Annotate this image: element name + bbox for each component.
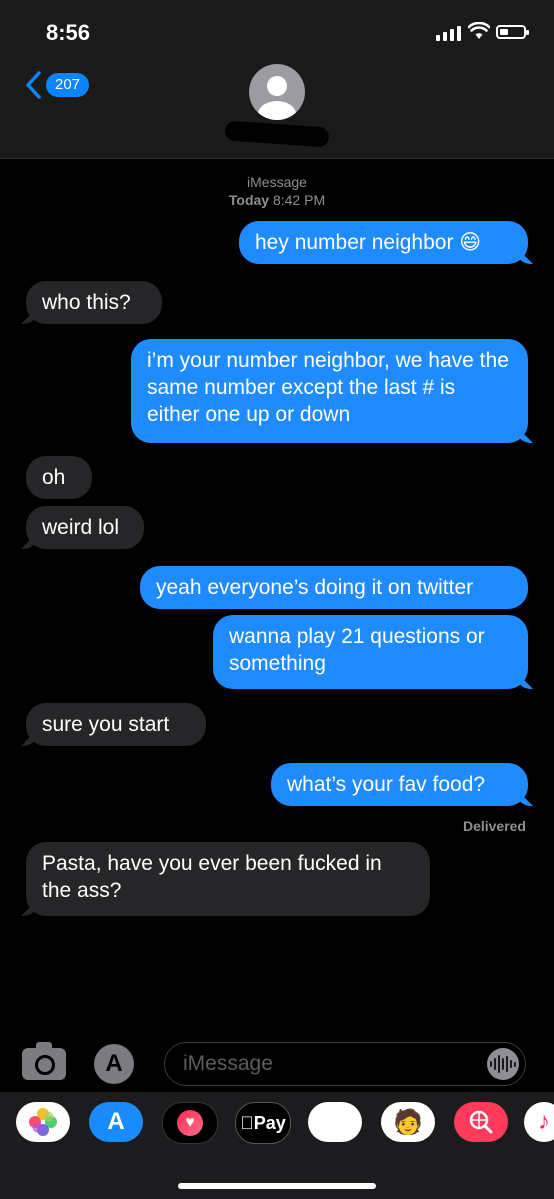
camera-icon[interactable] <box>22 1042 66 1080</box>
outgoing-message[interactable]: i’m your number neighbor, we have the sa… <box>131 339 528 443</box>
digital-touch-icon[interactable]: ♥ <box>162 1102 218 1144</box>
outgoing-message[interactable]: wanna play 21 questions or something <box>213 615 528 689</box>
battery-icon <box>496 25 529 39</box>
incoming-message[interactable]: oh <box>26 456 92 499</box>
home-indicator[interactable] <box>178 1183 376 1189</box>
monkey-animoji-icon[interactable]: 🐵 <box>308 1102 362 1142</box>
outgoing-message[interactable]: yeah everyone’s doing it on twitter <box>140 566 528 609</box>
delivered-status: Delivered <box>462 818 526 834</box>
message-input-placeholder: iMessage <box>183 1052 273 1075</box>
music-icon[interactable]: ♪ <box>524 1102 554 1142</box>
message-input[interactable]: iMessage <box>164 1042 526 1086</box>
apple-pay-label: Pay <box>240 1112 286 1133</box>
status-time: 8:56 <box>46 20 91 45</box>
chevron-left-icon <box>26 71 41 99</box>
contact-avatar[interactable] <box>249 64 305 120</box>
incoming-message[interactable]: weird lol <box>26 506 144 549</box>
thread-timestamp: Today 8:42 PM <box>0 192 554 208</box>
person-icon <box>258 76 296 120</box>
memoji-icon[interactable]: 🧑 <box>381 1102 435 1142</box>
audio-message-icon[interactable] <box>487 1048 519 1080</box>
photos-icon[interactable] <box>16 1102 70 1142</box>
incoming-message[interactable]: Pasta, have you ever been fucked in the … <box>26 842 430 916</box>
app-store-icon[interactable]: A <box>89 1102 143 1142</box>
wifi-icon <box>468 22 490 39</box>
incoming-message[interactable]: sure you start <box>26 703 206 746</box>
globe-search-glyph <box>469 1110 493 1134</box>
timestamp-day: Today <box>228 192 270 208</box>
conversation-header: 207 <box>0 62 554 159</box>
message-composer: A iMessage <box>0 1038 554 1090</box>
status-bar: 8:56 <box>0 0 554 62</box>
back-button[interactable]: 207 <box>24 70 90 100</box>
cellular-signal-icon <box>436 26 461 41</box>
outgoing-message[interactable]: hey number neighbor 😄 <box>239 221 528 264</box>
timestamp-time: 8:42 PM <box>272 192 326 208</box>
incoming-message[interactable]: who this? <box>26 281 162 324</box>
redaction-scribble <box>224 120 330 148</box>
service-label: iMessage <box>247 174 307 190</box>
outgoing-message[interactable]: what’s your fav food? <box>271 763 528 806</box>
photos-flower-glyph <box>29 1108 57 1136</box>
app-store-toggle-icon[interactable]: A <box>94 1044 134 1084</box>
web-search-icon[interactable] <box>454 1102 508 1142</box>
apple-pay-icon[interactable]: Pay <box>235 1102 291 1144</box>
heart-icon: ♥ <box>177 1110 203 1136</box>
contact-name[interactable] <box>200 120 354 148</box>
unread-count-badge: 207 <box>46 73 90 97</box>
